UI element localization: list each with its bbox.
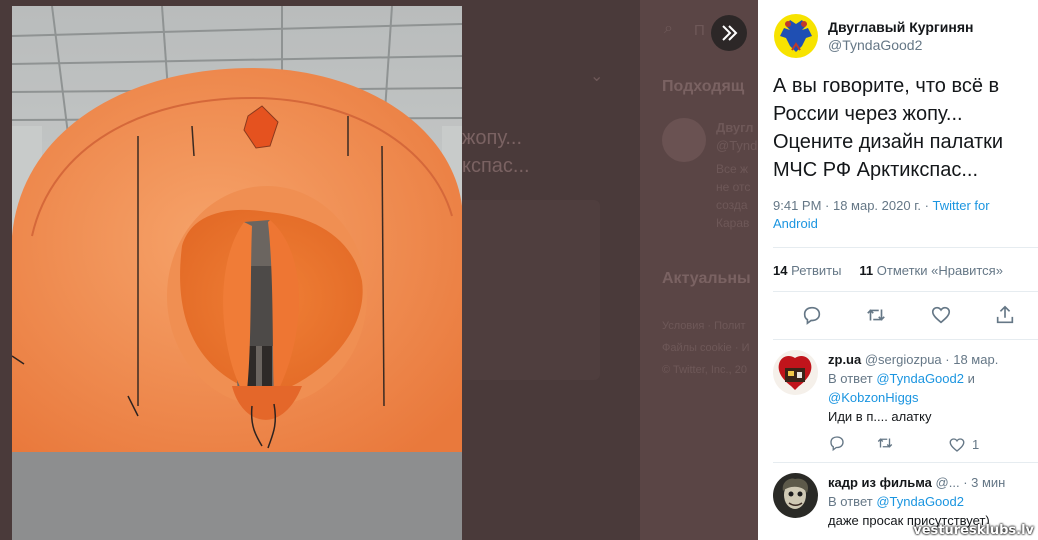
background-search-placeholder: П [694, 22, 705, 39]
reply-author-handle[interactable]: @sergiozpua [865, 352, 942, 367]
retweet-icon [867, 309, 886, 321]
reply-to-mention[interactable]: @TyndaGood2 [876, 494, 964, 509]
next-image-button[interactable] [711, 15, 747, 51]
tweet-photo[interactable] [12, 6, 462, 540]
gift-avatar-icon [773, 350, 818, 395]
likes-stat[interactable]: 11 Отметки «Нравится» [859, 263, 1003, 278]
background-suggested-heading: Подходящ [662, 78, 745, 95]
likes-count: 11 [859, 263, 874, 278]
avatar[interactable] [773, 350, 818, 395]
retweets-stat[interactable]: 14 Ретвиты [773, 263, 841, 278]
background-bio-line: Карав [716, 216, 750, 230]
divider [773, 462, 1038, 463]
background-user-handle: @Tynd [716, 138, 758, 153]
background-chevron-icon: ⌄ [590, 68, 604, 85]
reply-to-prefix: В ответ [828, 494, 873, 509]
like-button[interactable]: 1 [948, 436, 979, 454]
reply-button[interactable] [801, 304, 823, 331]
double-headed-eagle-avatar-icon [774, 14, 818, 58]
tent-image [12, 6, 462, 540]
reply-actions: 1 [828, 434, 979, 455]
background-footer-line: © Twitter, Inc., 20 [662, 364, 747, 376]
background-card [440, 200, 600, 380]
reply-timestamp[interactable]: · 18 мар. [945, 352, 998, 367]
heart-icon [931, 306, 950, 324]
background-tweet-fragment: жопу... [462, 127, 522, 149]
watermark: vesturesklubs.lv [913, 523, 1034, 538]
avatar[interactable] [773, 473, 818, 518]
tweet-author[interactable]: Двуглавый Кургинян @TyndaGood2 [774, 14, 973, 58]
divider [773, 339, 1038, 340]
background-bio-line: Все ж [716, 162, 749, 176]
author-display-name[interactable]: Двуглавый Кургинян [828, 18, 973, 36]
reply-to-line: В ответ @TyndaGood2 и @KobzonHiggs [828, 369, 1038, 407]
reply-body: zp.ua @sergiozpua · 18 мар. В ответ @Tyn… [828, 350, 1038, 426]
retweet-icon [877, 438, 893, 448]
reply-to-mention[interactable]: @TyndaGood2 [876, 371, 964, 386]
reply-to-prefix: В ответ [828, 371, 873, 386]
reply-timestamp[interactable]: · 3 мин [963, 475, 1005, 490]
background-tweet-fragment: кспас... [462, 155, 530, 177]
tweet-stats: 14 Ретвиты 11 Отметки «Нравится» [773, 263, 1003, 278]
reply-text: Иди в п.... алатку [828, 409, 932, 424]
reply-like-count: 1 [972, 437, 980, 452]
reply-body: кадр из фильма @... · 3 мин В ответ @Tyn… [828, 473, 1038, 530]
tweet-actions [773, 304, 1038, 331]
share-icon [996, 305, 1014, 324]
retweets-label: Ретвиты [791, 263, 842, 278]
author-handle[interactable]: @TyndaGood2 [828, 36, 973, 54]
double-chevron-right-icon [722, 25, 738, 41]
reply-to-mention[interactable]: @KobzonHiggs [828, 390, 919, 405]
background-bio-line: не отс [716, 180, 751, 194]
likes-label: Отметки «Нравится» [876, 263, 1003, 278]
background-user-name: Двугл [716, 120, 754, 135]
background-footer-line: Файлы cookie · И [662, 342, 750, 354]
reply-header: кадр из фильма @... · 3 мин [828, 473, 1038, 492]
reply-icon [830, 436, 844, 452]
reply-to-and: и [967, 371, 975, 386]
retweets-count: 14 [773, 263, 788, 278]
background-search-icon: ⌕ [664, 20, 673, 37]
reply-icon [803, 306, 821, 325]
tweet-text: А вы говорите, что всё в России через жо… [773, 75, 1004, 181]
divider [773, 291, 1038, 292]
reply-button[interactable] [828, 434, 876, 455]
reply-author-handle[interactable]: @... [936, 475, 960, 490]
divider [773, 247, 1038, 248]
retweet-button[interactable] [865, 304, 887, 331]
reply-author-name[interactable]: кадр из фильма [828, 475, 932, 490]
background-footer-line: Условия · Полит [662, 320, 746, 332]
tweet-detail-panel: Двуглавый Кургинян @TyndaGood2 А вы гово… [758, 0, 1038, 540]
like-button[interactable] [930, 304, 952, 331]
retweet-button[interactable] [876, 434, 948, 455]
background-trending-heading: Актуальны [662, 270, 751, 287]
reply-author-name[interactable]: zp.ua [828, 352, 861, 367]
background-bio-line: созда [716, 198, 748, 212]
reply-header: zp.ua @sergiozpua · 18 мар. [828, 350, 1038, 369]
tweet-meta: 9:41 PM · 18 мар. 2020 г. · Twitter for … [773, 197, 1028, 233]
movie-still-avatar-icon [773, 473, 818, 518]
reply-to-line: В ответ @TyndaGood2 [828, 492, 1038, 511]
heart-icon [949, 437, 965, 452]
background-avatar [662, 118, 706, 162]
avatar[interactable] [774, 14, 818, 58]
tweet-timestamp[interactable]: 9:41 PM · 18 мар. 2020 г. · [773, 198, 933, 213]
share-button[interactable] [994, 304, 1016, 331]
